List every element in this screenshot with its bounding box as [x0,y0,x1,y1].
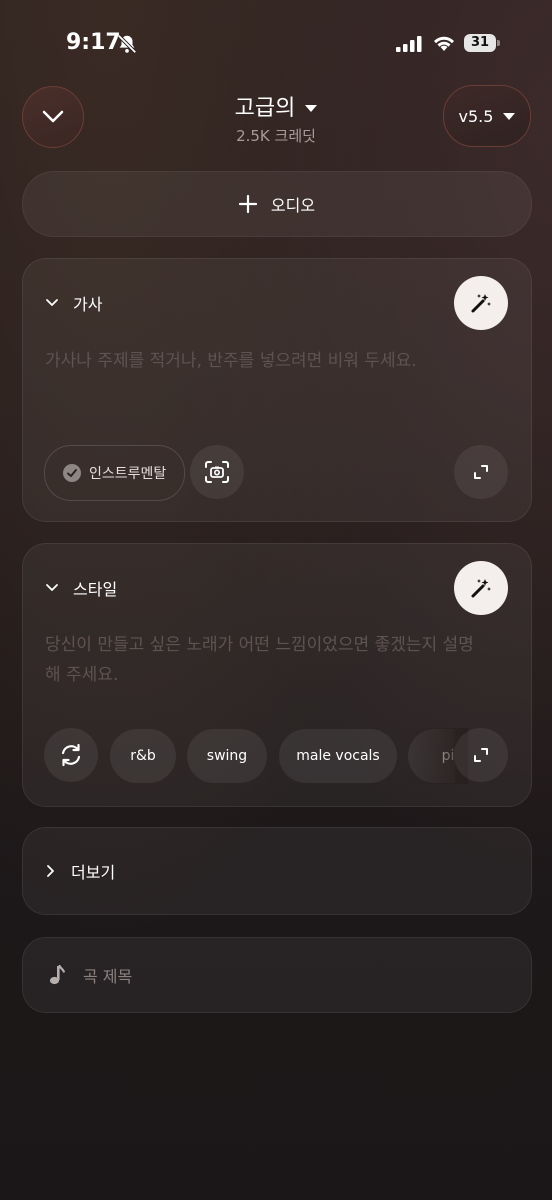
plus-icon [238,195,257,213]
lyrics-heading: 가사 [73,295,103,314]
style-input[interactable]: 당신이 만들고 싶은 노래가 어떤 느낌이었으면 좋겠는지 설명해 주세요. [45,630,475,690]
song-title-placeholder: 곡 제목 [83,967,133,986]
expand-icon [474,465,488,479]
version-selector[interactable]: v5.5 [443,85,531,147]
music-note-icon [49,964,65,985]
bell-muted-icon [117,34,137,54]
add-audio-button[interactable]: 오디오 [22,171,532,237]
lyrics-input[interactable]: 가사나 주제를 적거나, 반주를 넣으려면 비워 두세요. [45,346,475,376]
battery-tip [497,40,500,46]
caret-down-icon [305,105,318,112]
refresh-icon [61,743,81,767]
more-label: 더보기 [71,863,116,882]
style-tags: r&b swing male vocals pi [109,728,455,784]
style-toggle[interactable]: 스타일 [45,576,117,600]
mode-title: 고급의 [234,96,296,121]
lyrics-toggle[interactable]: 가사 [45,291,102,315]
battery-indicator: 31 [464,34,496,52]
camera-scan-button[interactable] [190,445,244,499]
style-card: 스타일 당신이 만들고 싶은 노래가 어떤 느낌이었으면 좋겠는지 설명해 주세… [22,543,532,807]
tag-label: r&b [130,748,156,764]
caret-down-icon [503,112,516,120]
chevron-down-icon [46,299,58,306]
camera-scan-icon [205,461,229,483]
instrumental-toggle[interactable]: 인스트루멘탈 [44,445,186,501]
chevron-down-icon [46,584,58,591]
audio-label: 오디오 [270,196,316,215]
style-tag[interactable]: swing [187,729,267,783]
style-expand-button[interactable] [454,728,508,782]
lyrics-magic-button[interactable] [454,276,508,330]
song-title-field[interactable]: 곡 제목 [47,938,132,1012]
tag-label: swing [206,748,248,764]
instrumental-label: 인스트루멘탈 [89,466,167,482]
lyrics-card: 가사 가사나 주제를 적거나, 반주를 넣으려면 비워 두세요. 인스트루멘탈 [22,258,532,522]
chevron-right-icon [47,865,54,877]
more-toggle[interactable]: 더보기 [45,828,115,914]
song-title-card[interactable]: 곡 제목 [22,937,532,1013]
signal-icon [396,36,422,52]
status-time: 9:17 [66,30,121,55]
tag-label: male vocals [296,748,380,764]
magic-wand-icon [471,579,491,598]
wifi-icon [434,36,454,51]
style-heading: 스타일 [73,580,118,599]
check-circle-icon [63,464,81,482]
refresh-tags-button[interactable] [44,728,98,782]
style-tag[interactable]: male vocals [279,729,397,783]
lyrics-expand-button[interactable] [454,445,508,499]
version-label: v5.5 [458,106,494,126]
magic-wand-icon [471,294,491,313]
style-tag[interactable]: r&b [110,729,176,783]
more-card[interactable]: 더보기 [22,827,532,915]
expand-icon [474,748,488,762]
style-magic-button[interactable] [454,561,508,615]
